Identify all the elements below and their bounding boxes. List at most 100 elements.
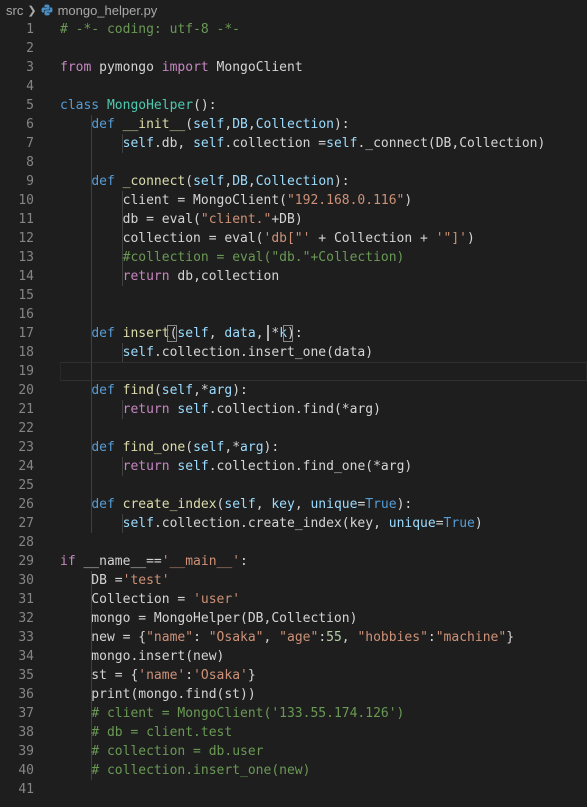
code-line[interactable]: 30 DB ='test' [0,571,587,590]
code-line[interactable]: 21 return self.collection.find(*arg) [0,400,587,419]
code-line[interactable]: 24 return self.collection.find_one(*arg) [0,457,587,476]
code-line[interactable]: 11 db = eval("client."+DB) [0,210,587,229]
code-line[interactable]: 9 def _connect(self,DB,Collection): [0,172,587,191]
code-line[interactable]: 1 # -*- coding: utf-8 -*- [0,20,587,39]
code-token: ) [474,516,483,531]
code-token: find_one [122,440,186,455]
code-line[interactable]: 7 self.db, self.collection =self._connec… [0,134,587,153]
code-line[interactable]: 8 [0,153,587,172]
code-token: ): [396,497,413,512]
code-line[interactable]: 22 [0,419,587,438]
code-token: ,* [193,383,209,398]
code-token: } [247,668,256,683]
code-text: # db = client.test [60,723,232,742]
bracket-match-close [283,325,293,342]
code-token: 55 [326,630,342,645]
code-line[interactable]: 34 mongo.insert(new) [0,647,587,666]
code-token: "client." [200,212,272,227]
code-token: .db, [153,136,194,151]
code-line[interactable]: 37 # client = MongoClient('133.55.174.12… [0,704,587,723]
code-line[interactable]: 33 new = {"name": "Osaka", "age":55, "ho… [0,628,587,647]
code-token: ( [185,117,194,132]
code-line[interactable]: 32 mongo = MongoHelper(DB,Collection) [0,609,587,628]
code-token: } [506,630,515,645]
line-number: 30 [18,573,34,588]
code-token: self [326,136,358,151]
code-line[interactable]: 41 [0,780,587,799]
code-token: 'Osaka' [193,668,248,683]
code-text: print(mongo.find(st)) [60,685,255,704]
code-token: "hobbies" [357,630,428,645]
code-token: self [193,136,225,151]
code-text: mongo.insert(new) [60,647,224,666]
code-token: .collection.create_index(key, [153,516,389,531]
code-line[interactable]: 2 [0,39,587,58]
breadcrumb-file[interactable]: mongo_helper.py [58,3,158,18]
python-icon [41,4,53,16]
line-number: 39 [18,744,34,759]
line-number: 5 [26,98,34,113]
code-editor[interactable]: 1 # -*- coding: utf-8 -*- 2 3 from pymongo i… [0,19,587,807]
line-number: 10 [18,193,34,208]
code-line[interactable]: 6 def __init__(self,DB,Collection): [0,115,587,134]
code-line[interactable]: 25 [0,476,587,495]
code-line[interactable]: 19 [0,362,587,381]
code-line[interactable]: 16 [0,305,587,324]
code-text: DB ='test' [60,571,169,590]
code-token: ( [153,383,162,398]
code-line[interactable]: 23 def find_one(self,*arg): [0,438,587,457]
code-line[interactable]: 36 print(mongo.find(st)) [0,685,587,704]
code-token: Collection [255,174,334,189]
code-token: _connect [122,174,186,189]
code-token: "machine" [435,630,507,645]
code-token: self [122,345,154,360]
code-line[interactable]: 18 self.collection.insert_one(data) [0,343,587,362]
line-number: 27 [18,516,34,531]
code-line[interactable]: 15 [0,286,587,305]
code-text: self.db, self.collection =self._connect(… [60,134,546,153]
code-token: True [365,497,397,512]
code-line[interactable]: 35 st = {'name':'Osaka'} [0,666,587,685]
code-token: ): [333,117,350,132]
code-token: arg [208,383,233,398]
code-token: # db = client.test [91,725,233,740]
code-line[interactable]: 5 class MongoHelper(): [0,96,587,115]
code-line[interactable]: 40 # collection.insert_one(new) [0,761,587,780]
code-line[interactable]: 39 # collection = db.user [0,742,587,761]
code-token: "name" [146,630,194,645]
code-line[interactable]: 26 def create_index(self, key, unique=Tr… [0,495,587,514]
code-line[interactable]: 17 def insert(self, data, *k): [0,324,587,343]
code-token: return [122,459,170,474]
code-line[interactable]: 4 [0,77,587,96]
code-line[interactable]: 13 #collection = eval("db."+Collection) [0,248,587,267]
code-token: def [91,497,115,512]
code-line[interactable]: 10 client = MongoClient("192.168.0.116") [0,191,587,210]
code-token: Collection = [60,592,194,607]
code-token: 'user' [193,592,241,607]
code-token: mongo.insert(new) [60,649,225,664]
breadcrumb-folder[interactable]: src [6,3,23,18]
line-number: 11 [18,212,34,227]
line-number: 15 [18,288,34,303]
code-token: def [91,117,115,132]
line-number: 16 [18,307,34,322]
code-line[interactable]: 29 if __name__=='__main__': [0,552,587,571]
code-line[interactable]: 31 Collection = 'user' [0,590,587,609]
code-line[interactable]: 14 return db,collection [0,267,587,286]
code-line[interactable]: 20 def find(self,*arg): [0,381,587,400]
code-token: def [91,440,115,455]
line-number: 14 [18,269,34,284]
code-line[interactable]: 3 from pymongo import MongoClient [0,58,587,77]
code-line[interactable]: 12 collection = eval('db["' + Collection… [0,229,587,248]
code-line[interactable]: 38 # db = client.test [0,723,587,742]
code-token: unique [388,516,436,531]
code-line[interactable]: 27 self.collection.create_index(key, uni… [0,514,587,533]
line-number: 34 [18,649,34,664]
code-text: from pymongo import MongoClient [60,58,303,77]
code-line[interactable]: 28 [0,533,587,552]
